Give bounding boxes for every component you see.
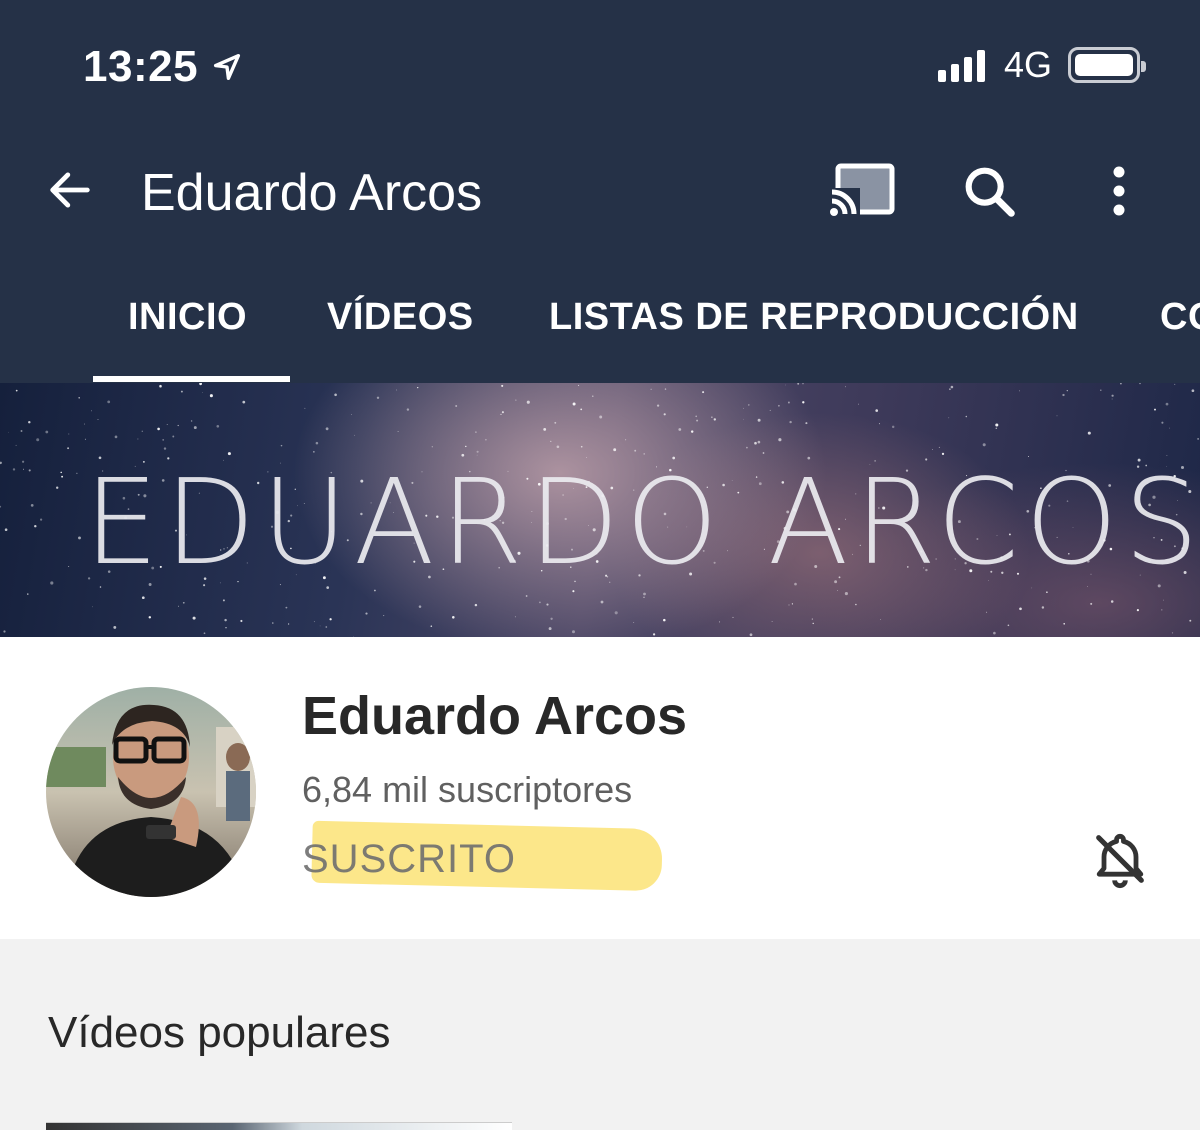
popular-videos-heading: Vídeos populares [48,1008,391,1057]
tab-playlists[interactable]: LISTAS DE REPRODUCCIÓN [549,296,1079,339]
channel-name: Eduardo Arcos [302,686,688,746]
cast-icon [830,163,895,220]
channel-info-card: Eduardo Arcos 6,84 mil suscriptores SUSC… [0,637,1200,939]
battery-icon [1068,47,1146,83]
search-button[interactable] [958,160,1022,224]
banner-text: EDUARDO ARCOS [84,453,1200,591]
status-indicators: 4G [937,44,1146,86]
avatar[interactable] [46,687,256,897]
app-bar-title: Eduardo Arcos [141,164,483,222]
location-arrow-icon [214,53,241,81]
network-type: 4G [1003,44,1052,85]
back-button[interactable] [40,160,100,220]
more-vert-icon [1113,166,1125,216]
tab-inicio[interactable]: INICIO [128,296,247,339]
notifications-off-icon [1096,833,1144,888]
channel-tabs: INICIO VÍDEOS LISTAS DE REPRODUCCIÓN CO [0,280,1200,383]
video-thumbnail[interactable] [46,1122,512,1130]
back-arrow-icon [50,172,90,208]
channel-banner: EDUARDO ARCOS [0,383,1200,637]
tab-community[interactable]: CO [1160,296,1200,339]
tab-videos[interactable]: VÍDEOS [327,296,474,339]
status-time: 13:25 [83,42,244,92]
notification-bell-button[interactable] [1088,827,1152,891]
more-options-button[interactable] [1096,160,1142,224]
search-icon [965,167,1015,217]
status-time-text: 13:25 [83,42,199,91]
active-tab-indicator [93,376,290,382]
signal-icon [937,48,990,82]
channel-header: 13:25 4G Eduardo Arcos INICIO VÍDEOS LIS… [0,0,1200,383]
cast-button[interactable] [826,160,900,222]
subscriber-count: 6,84 mil suscriptores [302,769,633,810]
subscribed-button[interactable]: SUSCRITO [302,837,516,882]
